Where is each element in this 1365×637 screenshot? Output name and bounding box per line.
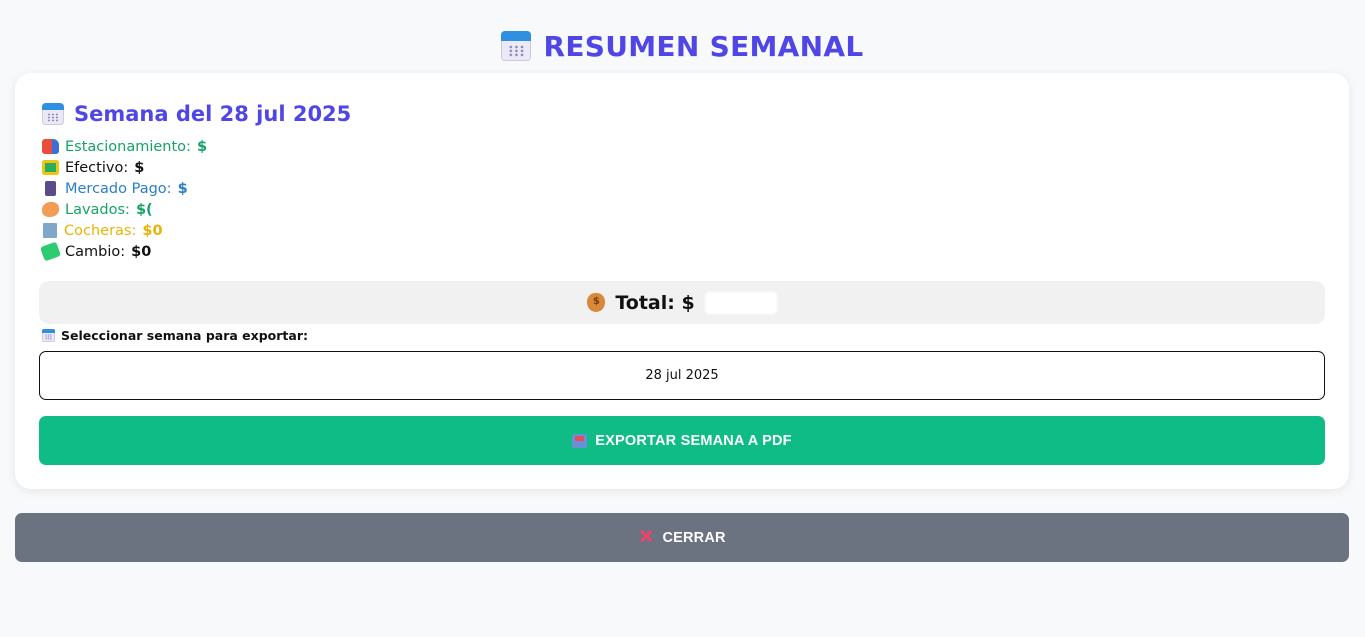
line-lavados: Lavados: $( xyxy=(42,199,207,220)
inbox-icon xyxy=(572,433,588,448)
select-week-label-text: Seleccionar semana para exportar: xyxy=(61,327,308,343)
line-value: $( xyxy=(135,201,153,218)
sponge-icon xyxy=(42,202,59,217)
truck-icon xyxy=(42,139,59,154)
line-label: Efectivo: xyxy=(65,159,129,176)
line-label: Mercado Pago: xyxy=(65,180,172,197)
line-label: Cambio: xyxy=(65,243,126,260)
line-label: Lavados: xyxy=(65,201,130,218)
line-label: Cocheras: xyxy=(64,222,137,239)
money-bag-icon xyxy=(587,293,606,312)
page-title: RESUMEN SEMANAL xyxy=(543,29,864,63)
line-value: $0 xyxy=(131,243,152,260)
line-mercado-pago: Mercado Pago: $ xyxy=(42,178,207,199)
week-select-input[interactable]: 28 jul 2025 xyxy=(39,351,1325,400)
weekly-summary-card: Semana del 28 jul 2025 Estacionamiento: … xyxy=(15,73,1349,489)
line-value: $0 xyxy=(142,222,163,239)
money-icon xyxy=(39,241,62,262)
cash-icon xyxy=(42,160,59,175)
export-pdf-button[interactable]: EXPORTAR SEMANA A PDF xyxy=(39,416,1325,465)
total-box: Total: $ xyxy=(39,281,1325,324)
line-cambio: Cambio: $0 xyxy=(39,241,207,262)
line-value: $ xyxy=(134,159,145,176)
calendar-icon xyxy=(501,31,532,61)
line-label: Estacionamiento: xyxy=(65,138,191,155)
close-label: CERRAR xyxy=(662,529,726,546)
total-label: Total: $ xyxy=(615,291,695,314)
week-title: Semana del 28 jul 2025 xyxy=(74,102,352,126)
line-estacionamiento: Estacionamiento: $ xyxy=(42,136,207,157)
redacted-value xyxy=(704,291,777,314)
phone-icon xyxy=(45,181,56,196)
page-header: RESUMEN SEMANAL xyxy=(0,26,1365,66)
week-heading: Semana del 28 jul 2025 xyxy=(42,100,351,128)
export-pdf-label: EXPORTAR SEMANA A PDF xyxy=(595,432,792,449)
line-value: $ xyxy=(177,180,188,197)
building-icon xyxy=(43,223,57,238)
line-value: $ xyxy=(196,138,208,155)
select-week-label: Seleccionar semana para exportar: xyxy=(42,327,308,343)
line-efectivo: Efectivo: $ xyxy=(42,157,207,178)
line-cocheras: Cocheras: $0 xyxy=(42,220,207,241)
breakdown-list: Estacionamiento: $ Efectivo: $ Mercado P… xyxy=(39,136,207,262)
calendar-icon xyxy=(42,328,55,342)
close-button[interactable]: ✕ CERRAR xyxy=(15,513,1349,562)
close-icon: ✕ xyxy=(638,527,655,548)
calendar-icon xyxy=(42,103,64,125)
